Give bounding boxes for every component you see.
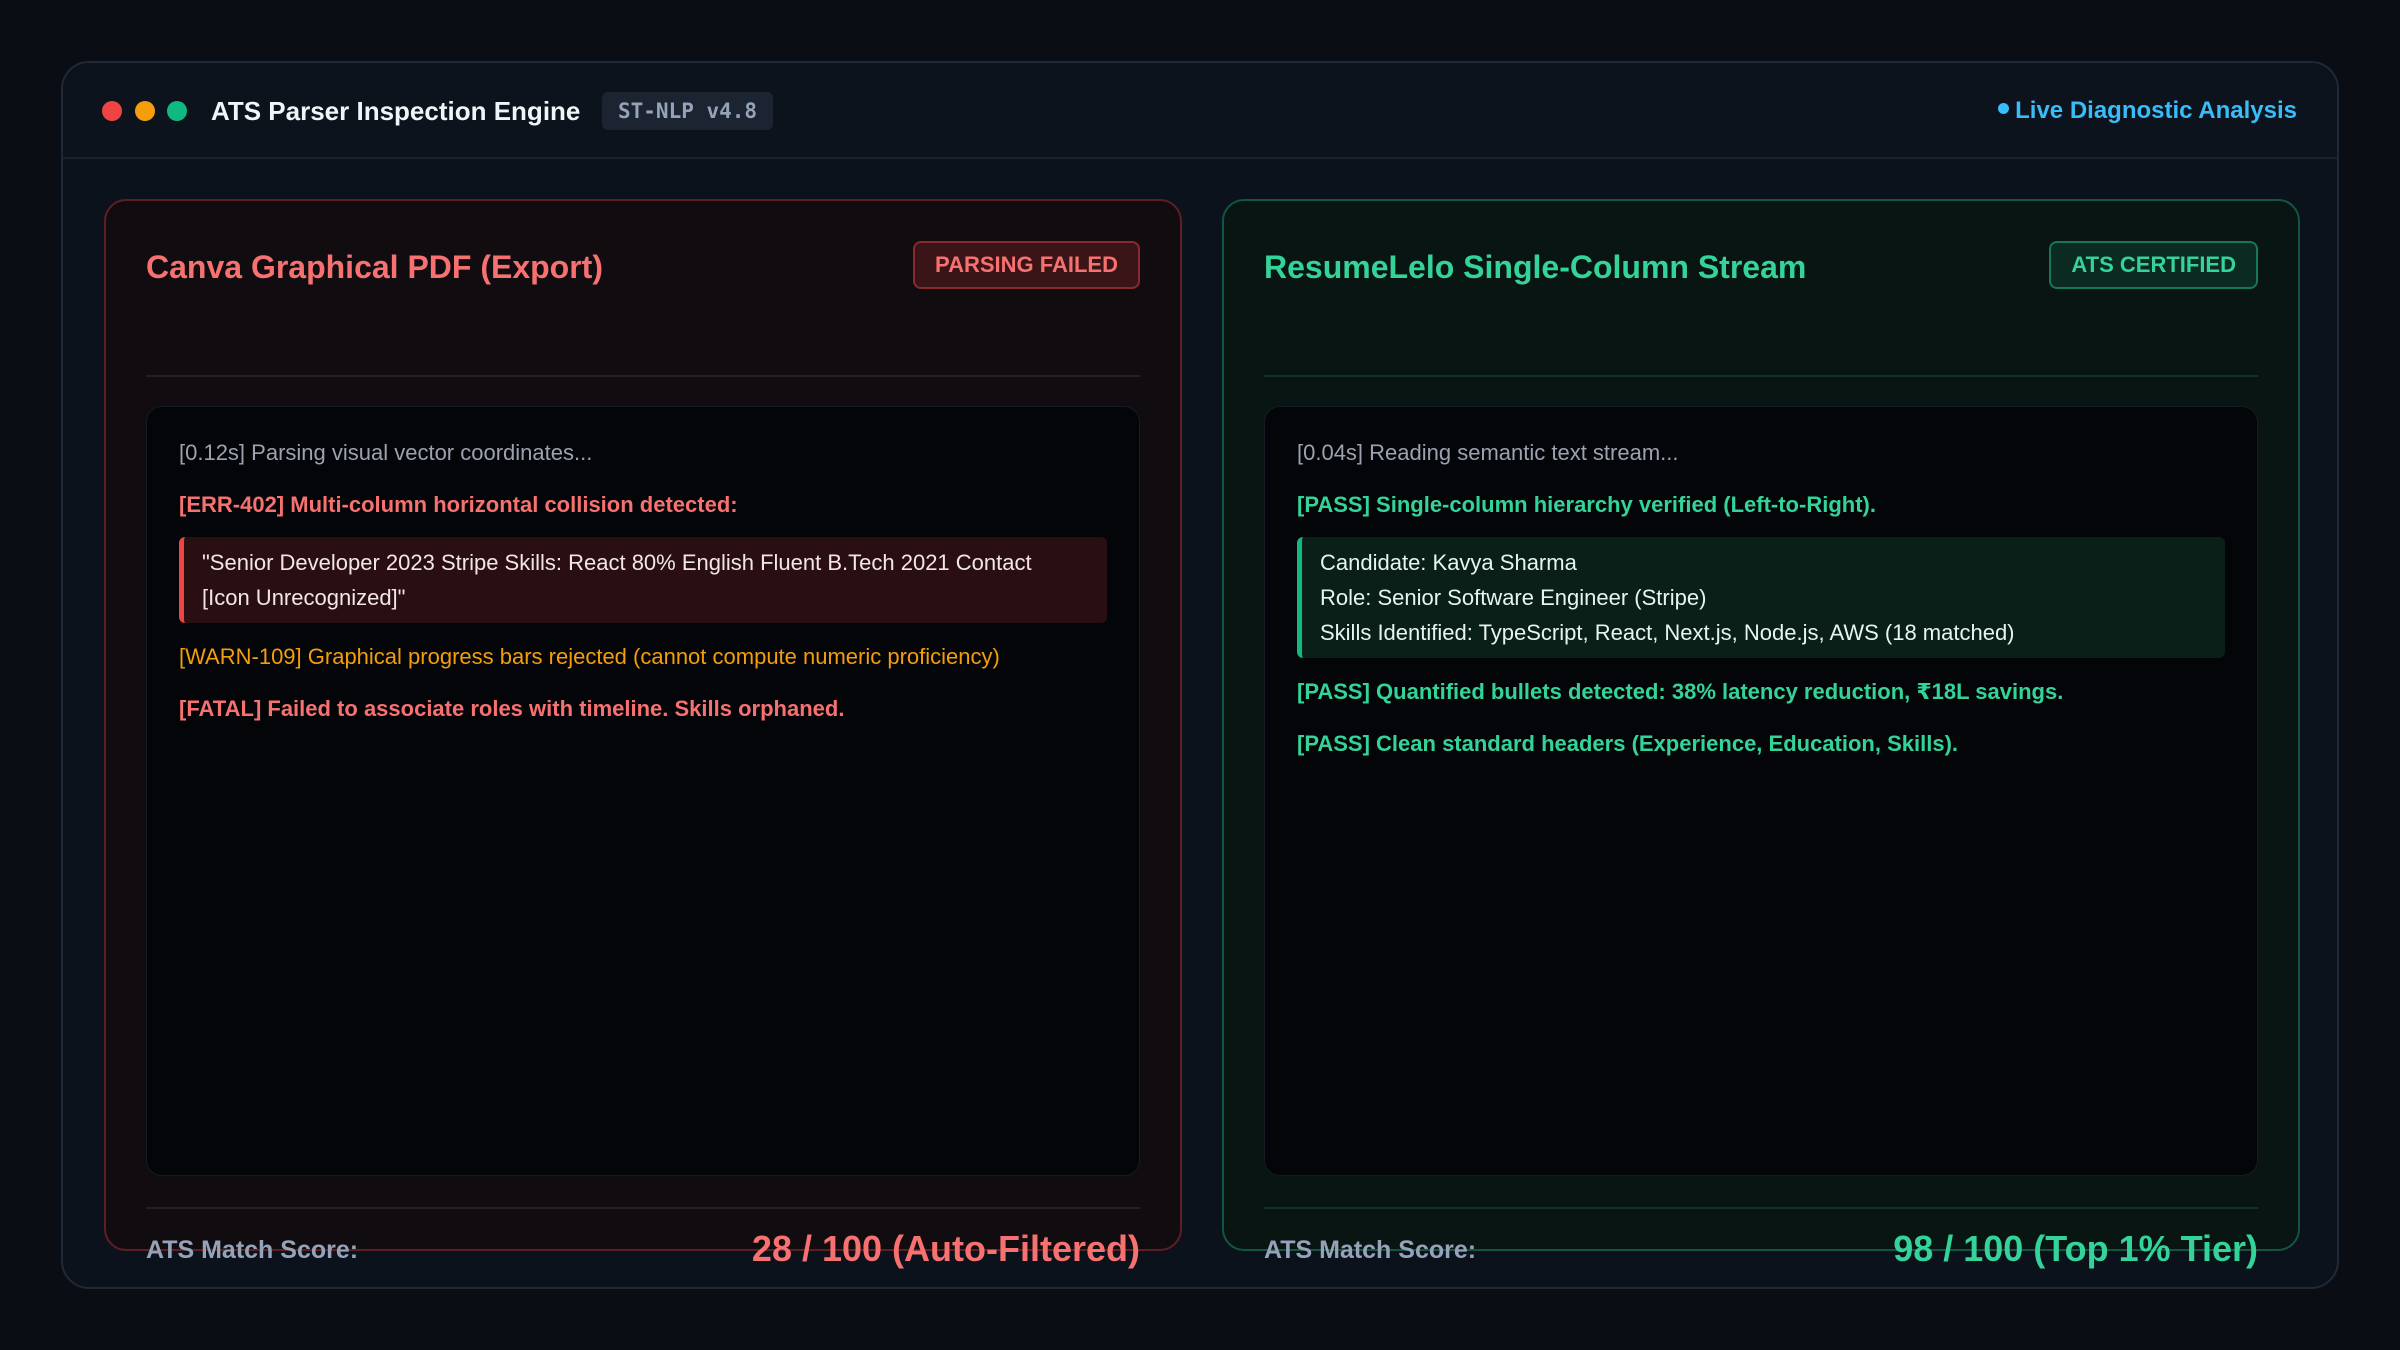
extracted-line: Skills Identified: TypeScript, React, Ne… <box>1320 620 2015 645</box>
log-line-pass: [PASS] Clean standard headers (Experienc… <box>1297 731 1959 756</box>
divider <box>1264 375 2258 377</box>
close-window-button[interactable] <box>102 101 122 121</box>
log-line: [0.12s] Parsing visual vector coordinate… <box>179 440 593 465</box>
divider <box>146 1207 1140 1209</box>
log-line-warning: [WARN-109] Graphical progress bars rejec… <box>179 644 1000 669</box>
maximize-window-button[interactable] <box>167 101 187 121</box>
panel-title: Canva Graphical PDF (Export) <box>146 249 603 285</box>
collision-output-block: "Senior Developer 2023 Stripe Skills: Re… <box>179 537 1107 623</box>
log-line-pass: [PASS] Quantified bullets detected: 38% … <box>1297 679 2064 704</box>
parser-log: [0.04s] Reading semantic text stream... … <box>1264 406 2258 1176</box>
status-badge: ATS CERTIFIED <box>2049 241 2258 289</box>
divider <box>1264 1207 2258 1209</box>
parser-log: [0.12s] Parsing visual vector coordinate… <box>146 406 1140 1176</box>
minimize-window-button[interactable] <box>135 101 155 121</box>
panel-title: ResumeLelo Single-Column Stream <box>1264 249 1807 285</box>
log-line-fatal: [FATAL] Failed to associate roles with t… <box>179 696 845 721</box>
score-label: ATS Match Score: <box>1264 1236 1477 1264</box>
title-bar: ATS Parser Inspection Engine ST-NLP v4.8… <box>63 63 2337 159</box>
inspector-window: ATS Parser Inspection Engine ST-NLP v4.8… <box>61 61 2339 1289</box>
score-value: 98 / 100 (Top 1% Tier) <box>1893 1228 2258 1269</box>
canva-pdf-panel: Canva Graphical PDF (Export) PARSING FAI… <box>104 199 1182 1269</box>
divider <box>146 375 1140 377</box>
live-status: Live Diagnostic Analysis <box>1998 93 2297 129</box>
output-line: "Senior Developer 2023 Stripe Skills: Re… <box>202 550 1032 575</box>
output-line: [Icon Unrecognized]" <box>202 585 406 610</box>
extracted-line: Role: Senior Software Engineer (Stripe) <box>1320 585 1707 610</box>
status-badge: PARSING FAILED <box>913 241 1140 289</box>
log-line: [0.04s] Reading semantic text stream... <box>1297 440 1679 465</box>
version-badge: ST-NLP v4.8 <box>602 92 774 130</box>
live-status-label: Live Diagnostic Analysis <box>2015 97 2297 124</box>
score-label: ATS Match Score: <box>146 1236 359 1264</box>
resumelelo-panel: ResumeLelo Single-Column Stream ATS CERT… <box>1222 199 2300 1269</box>
extracted-data-block: Candidate: Kavya Sharma Role: Senior Sof… <box>1297 537 2225 658</box>
log-line-error: [ERR-402] Multi-column horizontal collis… <box>179 492 738 517</box>
log-line-pass: [PASS] Single-column hierarchy verified … <box>1297 492 1876 517</box>
live-indicator-icon <box>1998 103 2010 114</box>
score-value: 28 / 100 (Auto-Filtered) <box>751 1228 1140 1269</box>
extracted-line: Candidate: Kavya Sharma <box>1320 550 1577 575</box>
app-title: ATS Parser Inspection Engine <box>211 96 581 126</box>
